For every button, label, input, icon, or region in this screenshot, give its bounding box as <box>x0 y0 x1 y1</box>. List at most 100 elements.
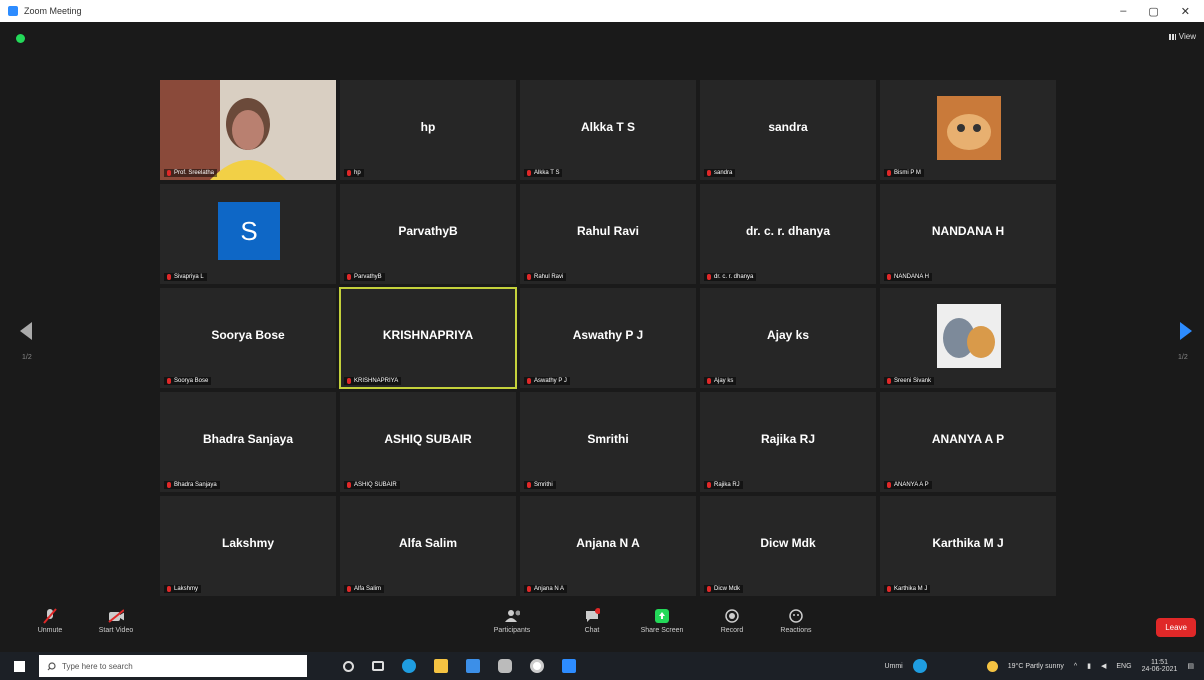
participant-tile[interactable]: Prof. Sreelatha <box>160 80 336 180</box>
participant-tile[interactable]: ASHIQ SUBAIR ASHIQ SUBAIR <box>340 392 516 492</box>
participant-tile[interactable]: ANANYA A P ANANYA A P <box>880 392 1056 492</box>
participant-label-text: Aswathy P J <box>534 378 567 384</box>
participant-label-text: Sreeni Sivank <box>894 378 932 384</box>
participant-label-text: Ajay ks <box>714 378 734 384</box>
muted-microphone-icon <box>887 170 891 176</box>
participant-tile[interactable]: Ajay ks Ajay ks <box>700 288 876 388</box>
unmute-button[interactable]: Unmute <box>20 608 80 634</box>
volume-icon[interactable]: ◀ <box>1101 662 1106 670</box>
participant-tile[interactable]: Bismi P M <box>880 80 1056 180</box>
record-button[interactable]: Record <box>702 608 762 634</box>
participant-tile[interactable]: Alkka T S Alkka T S <box>520 80 696 180</box>
participant-tile[interactable]: Rajika RJ Rajika RJ <box>700 392 876 492</box>
participant-label: Bhadra Sanjaya <box>164 481 220 489</box>
zoom-taskbar-icon[interactable] <box>562 659 576 673</box>
close-button[interactable]: ✕ <box>1181 5 1190 18</box>
file-explorer-icon[interactable] <box>434 659 448 673</box>
participant-tile[interactable]: hp hp <box>340 80 516 180</box>
grid-icon <box>1168 33 1176 40</box>
participant-tile[interactable]: S Sivapriya L <box>160 184 336 284</box>
participant-tile[interactable]: Dicw Mdk Dicw Mdk <box>700 496 876 596</box>
language-indicator[interactable]: ENG <box>1116 663 1131 670</box>
store-icon[interactable] <box>466 659 480 673</box>
participant-name: Alfa Salim <box>398 536 458 550</box>
muted-microphone-icon <box>527 482 531 488</box>
notifications-icon[interactable]: ▤ <box>1187 662 1194 670</box>
edge-tray-icon[interactable] <box>912 659 927 673</box>
participant-tile[interactable]: Smrithi Smrithi <box>520 392 696 492</box>
meeting-toolbar: Unmute Start Video Participants Chat Sha… <box>0 604 1204 652</box>
minimize-button[interactable]: – <box>1120 5 1126 18</box>
participant-tile[interactable]: Soorya Bose Soorya Bose <box>160 288 336 388</box>
participant-label: Anjana N A <box>524 585 568 593</box>
participants-button[interactable]: Participants <box>482 608 542 634</box>
edge-browser-icon[interactable] <box>402 659 416 673</box>
participant-tile[interactable]: KRISHNAPRIYA KRISHNAPRIYA <box>339 287 517 389</box>
user-label[interactable]: Ummi <box>884 663 902 670</box>
chrome-icon[interactable] <box>530 659 544 673</box>
participant-name: KRISHNAPRIYA <box>382 328 474 342</box>
muted-microphone-icon <box>167 378 171 384</box>
participant-label: ParvathyB <box>344 273 385 281</box>
maximize-button[interactable]: ▢ <box>1148 5 1158 18</box>
participant-label-text: Bhadra Sanjaya <box>174 482 217 488</box>
participant-tile[interactable]: Karthika M J Karthika M J <box>880 496 1056 596</box>
view-button[interactable]: View <box>1168 32 1196 41</box>
participant-label: KRISHNAPRIYA <box>344 377 402 385</box>
participant-label-text: Rahul Ravi <box>534 274 564 280</box>
participant-name: Ajay ks <box>766 328 810 342</box>
task-view-icon[interactable] <box>372 661 384 671</box>
participant-tile[interactable]: ParvathyB ParvathyB <box>340 184 516 284</box>
next-page-icon[interactable] <box>1180 322 1192 340</box>
participant-tile[interactable]: Alfa Salim Alfa Salim <box>340 496 516 596</box>
participant-tile[interactable]: Aswathy P J Aswathy P J <box>520 288 696 388</box>
participant-tile[interactable]: Anjana N A Anjana N A <box>520 496 696 596</box>
participant-label: Soorya Bose <box>164 377 212 385</box>
participant-tile[interactable]: Bhadra Sanjaya Bhadra Sanjaya <box>160 392 336 492</box>
muted-microphone-icon <box>887 482 891 488</box>
leave-button[interactable]: Leave <box>1156 618 1196 637</box>
zoom-app-icon <box>8 6 18 16</box>
participant-label: NANDANA H <box>884 273 933 281</box>
cortana-icon[interactable] <box>343 660 354 672</box>
participant-label: dr. c. r. dhanya <box>704 273 757 281</box>
window-title: Zoom Meeting <box>24 6 82 16</box>
participant-label-text: NANDANA H <box>894 274 930 280</box>
muted-microphone-icon <box>707 170 711 176</box>
participant-tile[interactable]: Rahul Ravi Rahul Ravi <box>520 184 696 284</box>
video-off-icon <box>108 608 124 624</box>
participant-label: Lakshmy <box>164 585 202 593</box>
participant-tile[interactable]: NANDANA H NANDANA H <box>880 184 1056 284</box>
taskbar-search-input[interactable]: Type here to search <box>39 655 307 677</box>
chat-button[interactable]: Chat <box>562 608 622 634</box>
previous-page-icon[interactable] <box>20 322 32 340</box>
participant-label: sandra <box>704 169 736 177</box>
share-screen-icon <box>654 608 670 624</box>
participant-tile[interactable]: dr. c. r. dhanya dr. c. r. dhanya <box>700 184 876 284</box>
participant-label-text: Karthika M J <box>894 586 928 592</box>
windows-start-icon[interactable] <box>14 660 25 672</box>
participant-label-text: Prof. Sreelatha <box>174 170 215 176</box>
search-icon <box>47 661 56 670</box>
participant-name: ANANYA A P <box>931 432 1005 446</box>
participant-name: Aswathy P J <box>572 328 644 342</box>
participant-label-text: ASHIQ SUBAIR <box>354 482 397 488</box>
participant-tile[interactable]: Lakshmy Lakshmy <box>160 496 336 596</box>
network-icon[interactable]: ▮ <box>1087 662 1091 670</box>
app-icon[interactable] <box>498 659 512 673</box>
system-tray: Ummi 19°C Partly sunny ^ ▮ ◀ ENG 11:51 2… <box>884 659 1194 673</box>
start-video-button[interactable]: Start Video <box>86 608 146 634</box>
share-screen-button[interactable]: Share Screen <box>632 608 692 634</box>
muted-microphone-icon <box>887 378 891 384</box>
muted-microphone-icon <box>887 274 891 280</box>
clock[interactable]: 11:51 24-06-2021 <box>1142 659 1178 673</box>
muted-microphone-icon <box>527 586 531 592</box>
reactions-button[interactable]: Reactions <box>766 608 826 634</box>
muted-microphone-icon <box>347 378 351 384</box>
profile-picture <box>937 96 1001 160</box>
tray-chevron-icon[interactable]: ^ <box>1074 663 1077 670</box>
participant-tile[interactable]: Sreeni Sivank <box>880 288 1056 388</box>
participant-label-text: Dicw Mdk <box>714 586 741 592</box>
participant-tile[interactable]: sandra sandra <box>700 80 876 180</box>
security-shield-icon[interactable] <box>16 34 25 43</box>
